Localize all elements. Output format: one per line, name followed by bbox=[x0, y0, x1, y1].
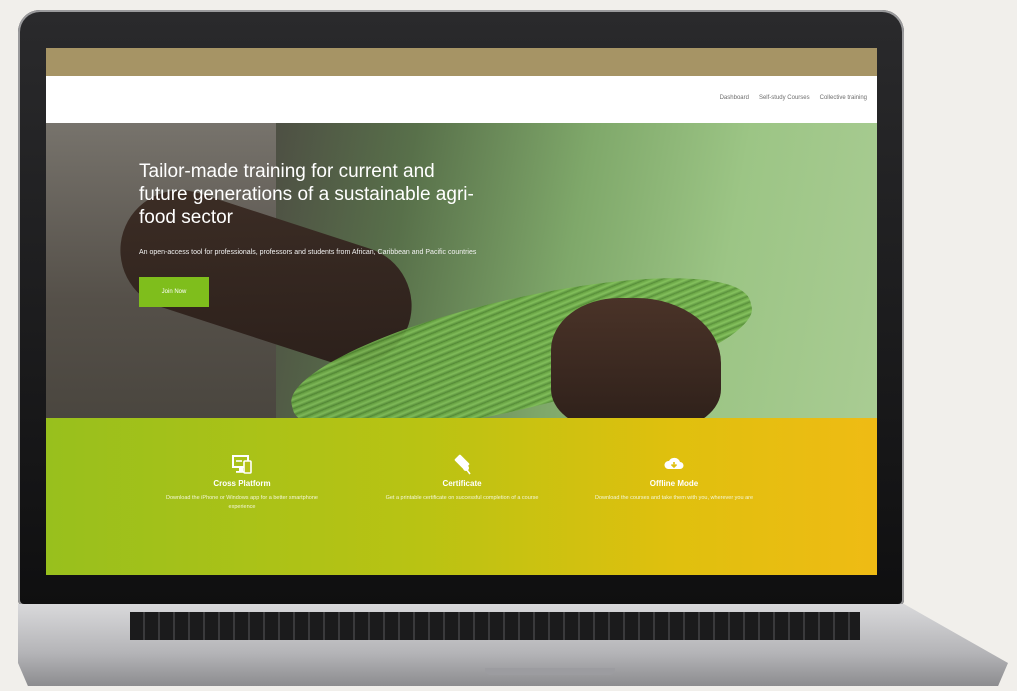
feature-text-certificate: Get a printable certificate on successfu… bbox=[385, 495, 539, 501]
cloud-download-icon bbox=[664, 457, 684, 469]
certificate-icon bbox=[454, 454, 471, 475]
hero-title: Tailor-made training for current and fut… bbox=[139, 161, 474, 228]
feature-text-offline-mode: Download the courses and take them with … bbox=[594, 495, 754, 501]
laptop-notch bbox=[485, 668, 615, 675]
join-now-button[interactable]: Join Now bbox=[139, 277, 209, 307]
feature-text-cross-platform: Download the iPhone or Windows app for a… bbox=[166, 495, 318, 510]
feature-certificate: Certificate Get a printable certificate … bbox=[372, 453, 552, 503]
nav-link-collective-training[interactable]: Collective training bbox=[820, 95, 867, 101]
navbar: Dashboard Self-study Courses Collective … bbox=[46, 76, 877, 123]
feature-title-offline-mode: Offline Mode bbox=[649, 479, 699, 488]
features-band: Cross Platform Download the iPhone or Wi… bbox=[46, 418, 877, 575]
nav-link-dashboard[interactable]: Dashboard bbox=[720, 95, 749, 101]
laptop-screen: Dashboard Self-study Courses Collective … bbox=[46, 48, 877, 575]
cross-platform-icon bbox=[232, 455, 252, 474]
hero-subtitle: An open-access tool for professionals, p… bbox=[139, 249, 477, 256]
nav-link-self-study-courses[interactable]: Self-study Courses bbox=[759, 95, 810, 101]
feature-offline-mode: Offline Mode Download the courses and ta… bbox=[584, 453, 764, 503]
feature-title-certificate: Certificate bbox=[442, 479, 482, 488]
hero-banner: Tailor-made training for current and fut… bbox=[46, 123, 877, 418]
hero-photo-hand bbox=[551, 298, 721, 418]
top-accent-strip bbox=[46, 48, 877, 76]
laptop-keyboard bbox=[130, 612, 860, 640]
nav-links: Dashboard Self-study Courses Collective … bbox=[720, 95, 867, 101]
feature-title-cross-platform: Cross Platform bbox=[213, 479, 271, 488]
feature-cross-platform: Cross Platform Download the iPhone or Wi… bbox=[152, 453, 332, 512]
